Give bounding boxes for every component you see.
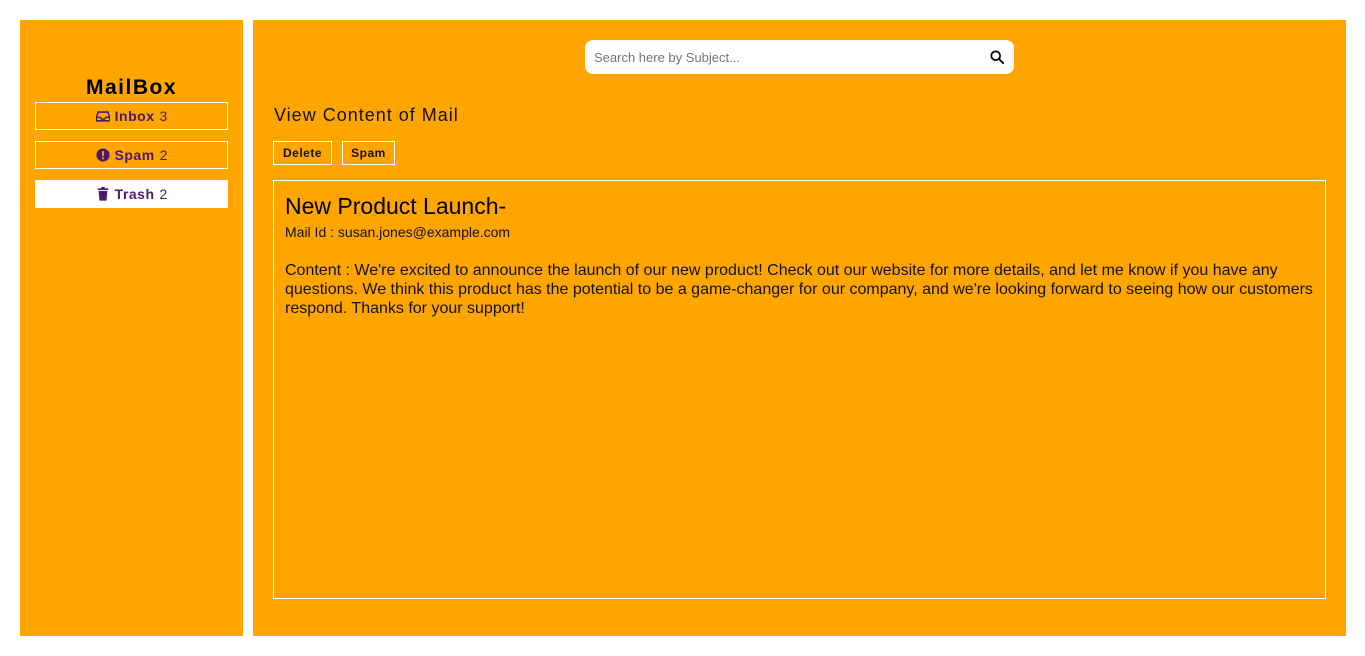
mail-subject: New Product Launch-	[285, 193, 507, 219]
sidebar-item-spam[interactable]: Spam 2	[35, 141, 228, 169]
inbox-icon	[95, 109, 110, 123]
mail-body: Content : We're excited to announce the …	[285, 262, 1313, 317]
alert-icon	[95, 148, 110, 162]
sidebar-item-trash[interactable]: Trash 2	[35, 180, 228, 208]
page-title: View Content of Mail	[274, 105, 459, 125]
sidebar-item-count: 2	[159, 147, 168, 163]
sidebar-item-count: 3	[159, 108, 168, 124]
spam-button[interactable]: Spam	[342, 141, 395, 165]
brand-title: MailBox	[85, 76, 177, 99]
search-icon[interactable]	[990, 50, 1005, 65]
search-input[interactable]	[594, 49, 974, 65]
search-bar	[585, 40, 1014, 74]
mail-content-panel: New Product Launch- Mail Id : susan.jone…	[273, 180, 1326, 599]
sidebar-item-label: Trash	[114, 186, 155, 202]
trash-icon	[96, 187, 110, 201]
main-panel: View Content of Mail Delete Spam New Pro…	[253, 20, 1346, 636]
sidebar-item-count: 2	[159, 186, 168, 202]
delete-button[interactable]: Delete	[273, 141, 332, 165]
sidebar-item-label: Spam	[114, 147, 155, 163]
mail-sender: Mail Id : susan.jones@example.com	[285, 224, 511, 240]
sidebar-item-label: Inbox	[114, 108, 155, 124]
sidebar: MailBox Inbox 3 Spam 2 Trash 2	[20, 20, 243, 636]
sidebar-item-inbox[interactable]: Inbox 3	[35, 102, 228, 130]
